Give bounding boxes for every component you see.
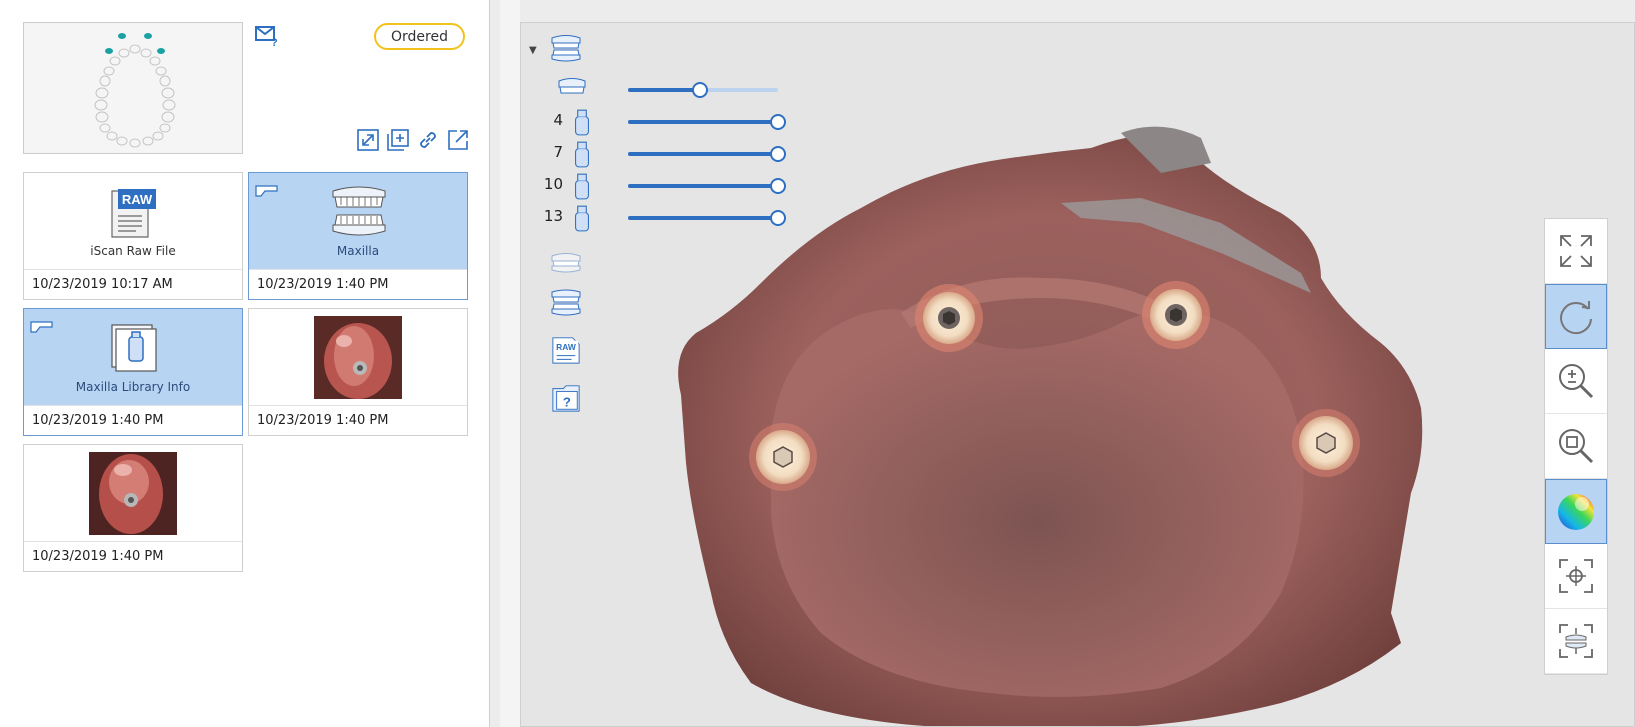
file-card-iscan-raw[interactable]: RAW iScan Raw File 10/23/2019 10:17 AM	[23, 172, 243, 300]
color-map-icon	[1558, 493, 1594, 530]
opacity-slider[interactable]	[628, 210, 786, 226]
expand-icon[interactable]	[356, 128, 380, 152]
occlusion-icon[interactable]	[549, 288, 583, 318]
slider-number: 4	[553, 111, 563, 129]
tooth-library-icon	[575, 205, 589, 232]
implant-marker	[915, 284, 983, 352]
card-date: 10/23/2019 1:40 PM	[24, 541, 242, 573]
app-root: ? Ordered RAW iScan Raw File 10/23/2019 …	[0, 0, 1635, 727]
arch-hidden-icon[interactable]	[549, 248, 583, 278]
card-date: 10/23/2019 10:17 AM	[24, 269, 242, 301]
tooth-library-icon	[575, 173, 589, 200]
zoom-fit-icon	[1559, 429, 1594, 464]
file-card-photo[interactable]: 10/23/2019 1:40 PM	[23, 444, 243, 572]
tooth-library-icon	[575, 109, 589, 136]
fit-screen-button[interactable]	[1545, 219, 1607, 284]
opacity-slider[interactable]	[628, 82, 778, 98]
tooth-library-icon	[575, 141, 589, 168]
card-date: 10/23/2019 1:40 PM	[249, 269, 467, 301]
slider-thumb[interactable]	[692, 82, 708, 98]
slider-number: 7	[553, 143, 563, 161]
slider-thumb[interactable]	[770, 178, 786, 194]
file-card-photo[interactable]: 10/23/2019 1:40 PM	[248, 308, 468, 436]
center-target-icon	[1559, 559, 1593, 593]
fit-screen-icon	[1560, 235, 1592, 267]
upper-jaw-icon	[558, 78, 586, 94]
scanner-icon	[30, 321, 53, 333]
svg-text:RAW: RAW	[556, 342, 576, 352]
add-copy-icon[interactable]	[386, 128, 410, 152]
tooth-chart[interactable]	[23, 22, 243, 154]
3d-viewer[interactable]: ▼ 4 7 10 13 RAW ?	[520, 22, 1635, 727]
left-panel: ? Ordered RAW iScan Raw File 10/23/2019 …	[0, 0, 490, 727]
slider-fill	[628, 216, 778, 220]
slider-fill	[628, 120, 778, 124]
status-badge: Ordered	[374, 23, 465, 50]
link-icon[interactable]	[416, 128, 440, 152]
card-label: Maxilla	[336, 244, 380, 258]
slider-thumb[interactable]	[770, 146, 786, 162]
slider-fill	[628, 152, 778, 156]
svg-text:?: ?	[271, 37, 278, 48]
slider-number: 13	[543, 207, 563, 225]
clinical-photo	[314, 316, 402, 399]
rotate-button[interactable]	[1545, 284, 1607, 349]
mail-question-icon[interactable]: ?	[255, 24, 281, 49]
rotate-icon	[1560, 300, 1592, 334]
zoom-fit-button[interactable]	[1545, 414, 1607, 479]
svg-text:?: ?	[563, 394, 571, 409]
maxilla-3d-model[interactable]	[521, 23, 1635, 727]
zoom-button[interactable]	[1545, 349, 1607, 414]
export-icon[interactable]	[446, 128, 470, 152]
zoom-icon	[1559, 364, 1594, 399]
file-card-maxilla-library[interactable]: Maxilla Library Info 10/23/2019 1:40 PM	[23, 308, 243, 436]
slider-fill	[628, 184, 778, 188]
unknown-file-icon[interactable]: ?	[549, 383, 583, 413]
implant-marker	[749, 423, 817, 491]
collapse-arrow-icon[interactable]: ▼	[529, 45, 537, 56]
card-label: iScan Raw File	[90, 244, 176, 258]
raw-data-icon[interactable]: RAW	[549, 335, 583, 365]
view-align-button[interactable]	[1545, 609, 1607, 674]
card-date: 10/23/2019 1:40 PM	[249, 405, 467, 437]
opacity-slider[interactable]	[628, 146, 786, 162]
opacity-slider[interactable]	[628, 178, 786, 194]
full-arch-icon[interactable]	[549, 33, 583, 63]
card-label: Maxilla Library Info	[75, 380, 191, 394]
slider-thumb[interactable]	[770, 210, 786, 226]
implant-marker	[1292, 409, 1360, 477]
raw-file-icon: RAW	[111, 189, 156, 238]
panel-divider	[500, 0, 520, 727]
slider-number: 10	[543, 175, 563, 193]
view-align-icon	[1559, 624, 1593, 658]
clinical-photo	[89, 452, 177, 535]
scanner-icon	[255, 185, 278, 197]
card-date: 10/23/2019 1:40 PM	[24, 405, 242, 437]
opacity-slider[interactable]	[628, 114, 786, 130]
slider-thumb[interactable]	[770, 114, 786, 130]
svg-text:RAW: RAW	[122, 192, 153, 207]
slider-fill	[628, 88, 700, 92]
thumb-toolbar	[356, 128, 470, 152]
maxilla-model-icon	[332, 186, 386, 236]
library-info-icon	[111, 324, 157, 372]
implant-marker	[1142, 281, 1210, 349]
dental-arch-chart-icon	[94, 33, 176, 148]
file-card-maxilla[interactable]: Maxilla 10/23/2019 1:40 PM	[248, 172, 468, 300]
color-map-button[interactable]	[1545, 479, 1607, 544]
center-target-button[interactable]	[1545, 544, 1607, 609]
view-toolbar	[1544, 218, 1608, 675]
